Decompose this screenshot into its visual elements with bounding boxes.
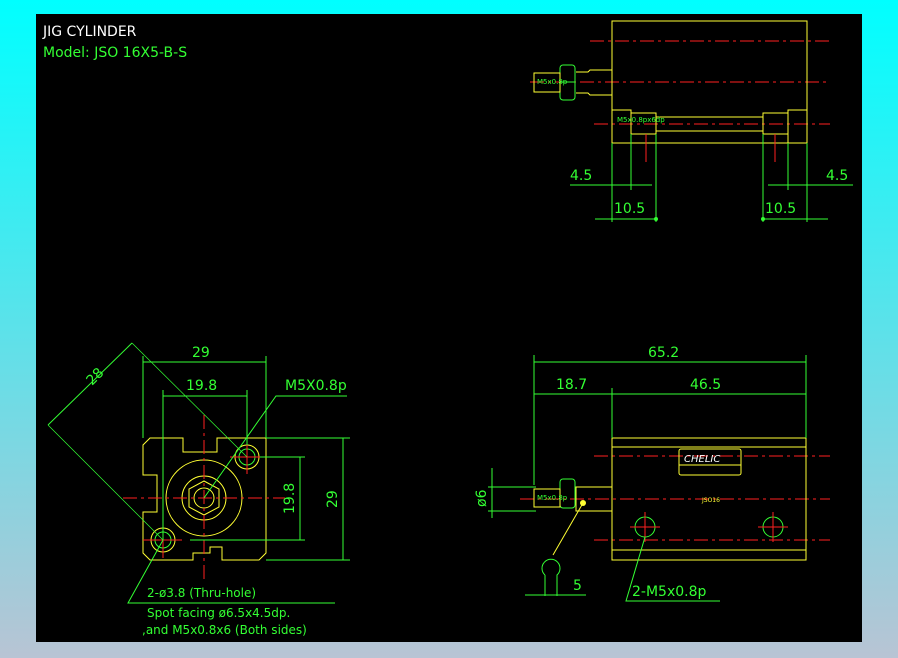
bore-label: M5x0.8px6dp [617, 116, 665, 124]
dim-left-large: 10.5 [614, 201, 645, 217]
hole-note-3: ,and M5x0.8x6 (Both sides) [142, 623, 307, 637]
hole-note-2: Spot facing ø6.5x4.5dp. [147, 606, 290, 620]
dim-rod-length: 18.7 [556, 377, 587, 393]
dim-rod-diameter: ø6 [474, 489, 490, 507]
dim-hole-pitch-h: 19.8 [186, 378, 217, 394]
cad-drawing: JIG CYLINDER Model: JSO 16X5-B-S M5x0.8p… [42, 20, 853, 637]
dim-body-length: 46.5 [690, 377, 721, 393]
nameplate-model: JSO16 [701, 497, 720, 504]
port-label-side: M5x0.8p [537, 494, 568, 502]
hole-callout: 2-M5x0.8p [632, 584, 706, 600]
brand-logo: CHELIC [684, 454, 720, 465]
top-view: M5x0.8p M5x0.8px6dp 4.5 10.5 4.5 10.5 [530, 20, 853, 222]
port-label: M5x0.8p [537, 78, 568, 86]
dim-hole-pitch-v: 19.8 [282, 483, 298, 514]
dim-diagonal: 28 [84, 365, 108, 389]
dim-total-length: 65.2 [648, 345, 679, 361]
port-callout: M5X0.8p [285, 378, 347, 394]
dim-sensor: 5 [573, 578, 582, 594]
drawing-title: JIG CYLINDER [42, 24, 137, 40]
hole-note-1: 2-ø3.8 (Thru-hole) [147, 586, 256, 600]
dim-left-small: 4.5 [570, 168, 592, 184]
dim-right-large: 10.5 [765, 201, 796, 217]
dim-right-small: 4.5 [826, 168, 848, 184]
end-view: 29 19.8 M5X0.8p 28 19.8 29 2-ø3.8 (Thru-… [47, 342, 350, 637]
dim-height: 29 [325, 490, 341, 508]
side-view: CHELIC JSO16 M5x0.8p 65.2 18.7 46.5 ø6 5… [474, 345, 830, 602]
model-label: Model: JSO 16X5-B-S [43, 45, 187, 61]
dim-width: 29 [192, 345, 210, 361]
